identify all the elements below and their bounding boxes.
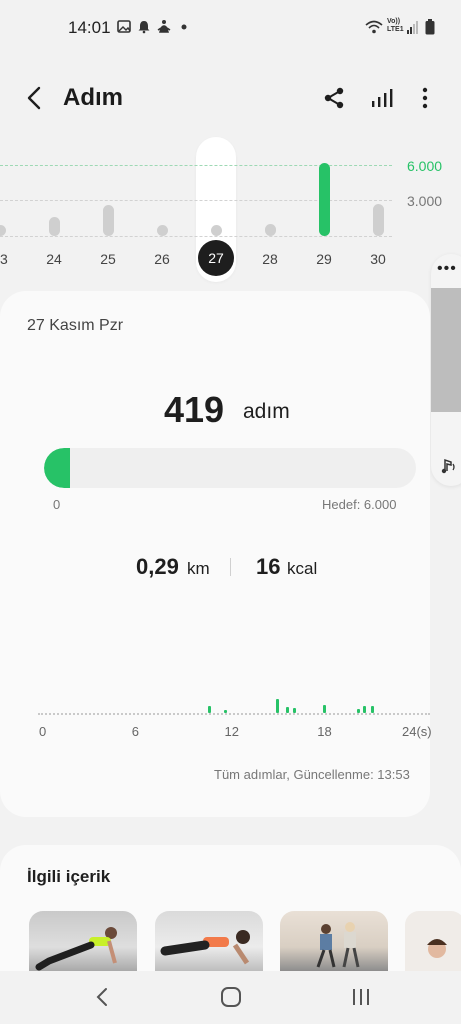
week-bar-30[interactable]	[372, 204, 384, 236]
goal-line	[0, 165, 392, 166]
week-day-label-25[interactable]: 25	[93, 251, 123, 267]
hourly-axis	[38, 713, 430, 715]
date-title: 27 Kasım Pzr	[27, 317, 124, 334]
panel-content-area	[431, 288, 461, 412]
related-title: İlgili içerik	[27, 867, 111, 886]
nav-back-button[interactable]	[83, 982, 123, 1012]
stat-divider	[230, 558, 231, 576]
hourly-steps-chart: 0 6 12 18 24(s)	[0, 640, 432, 760]
portrait-thumbnail[interactable]	[405, 911, 461, 971]
hour-bar	[276, 699, 280, 713]
steps-value: 419	[164, 389, 225, 430]
base-gridline	[0, 236, 392, 237]
weekly-steps-chart: 6.000 3.000 27 23 24 25 26 28 29 30	[0, 0, 461, 290]
nav-home-button[interactable]	[211, 982, 251, 1012]
distance-value: 0,29	[136, 554, 179, 579]
plank-thumbnail[interactable]	[155, 911, 263, 971]
week-bar-24[interactable]	[48, 217, 60, 236]
goal-axis-label: 6.000	[407, 158, 443, 174]
mid-axis-label: 3.000	[407, 193, 443, 209]
hour-axis-label: 6	[131, 724, 139, 739]
selected-day-badge[interactable]: 27	[198, 240, 234, 276]
hour-axis-label: 0	[39, 724, 47, 739]
floating-side-panel[interactable]: •••	[431, 254, 461, 486]
plank-figure	[160, 930, 250, 965]
jogging-thumbnail[interactable]	[280, 911, 388, 971]
calories-unit: kcal	[287, 559, 318, 578]
week-bar-23[interactable]	[0, 225, 6, 236]
week-day-label-24[interactable]: 24	[39, 251, 69, 267]
updated-text: Tüm adımlar, Güncellenme: 13:53	[214, 767, 410, 782]
goal-progress-bar	[44, 448, 416, 488]
week-day-label-23[interactable]: 23	[0, 251, 15, 267]
hour-axis-label: 12	[224, 724, 239, 739]
steps-unit: adım	[243, 400, 290, 423]
week-bar-27[interactable]	[210, 225, 222, 236]
week-bar-29[interactable]	[318, 162, 330, 236]
calories-value: 16	[256, 554, 281, 579]
push-up-thumbnail[interactable]	[29, 911, 137, 971]
nav-recents-button[interactable]	[341, 982, 381, 1012]
week-bar-26[interactable]	[156, 225, 168, 236]
jogging-figures	[316, 922, 360, 968]
distance-unit: km	[187, 559, 210, 578]
progress-start-label: 0	[53, 497, 61, 512]
week-day-label-26[interactable]: 26	[147, 251, 177, 267]
home-nav-icon	[221, 987, 241, 1007]
portrait-figure	[427, 939, 447, 958]
hour-bar	[370, 706, 374, 713]
week-day-label-29[interactable]: 29	[309, 251, 339, 267]
week-day-label-30[interactable]: 30	[363, 251, 393, 267]
hour-axis-label: 18	[317, 724, 332, 739]
week-bar-25[interactable]	[102, 205, 114, 236]
week-bar-28[interactable]	[264, 224, 276, 236]
hour-bar	[322, 705, 326, 713]
push-up-figure	[35, 927, 117, 971]
week-day-label-28[interactable]: 28	[255, 251, 285, 267]
hour-bar	[363, 706, 367, 713]
panel-handle-icon[interactable]: •••	[437, 260, 457, 278]
mid-gridline	[0, 200, 392, 201]
back-nav-icon	[96, 988, 107, 1006]
music-note-icon[interactable]	[439, 456, 459, 476]
progress-goal-label: Hedef: 6.000	[322, 497, 397, 512]
hour-bar	[208, 706, 212, 713]
hour-axis-label: 24(s)	[402, 724, 432, 739]
recents-nav-icon	[353, 989, 369, 1005]
